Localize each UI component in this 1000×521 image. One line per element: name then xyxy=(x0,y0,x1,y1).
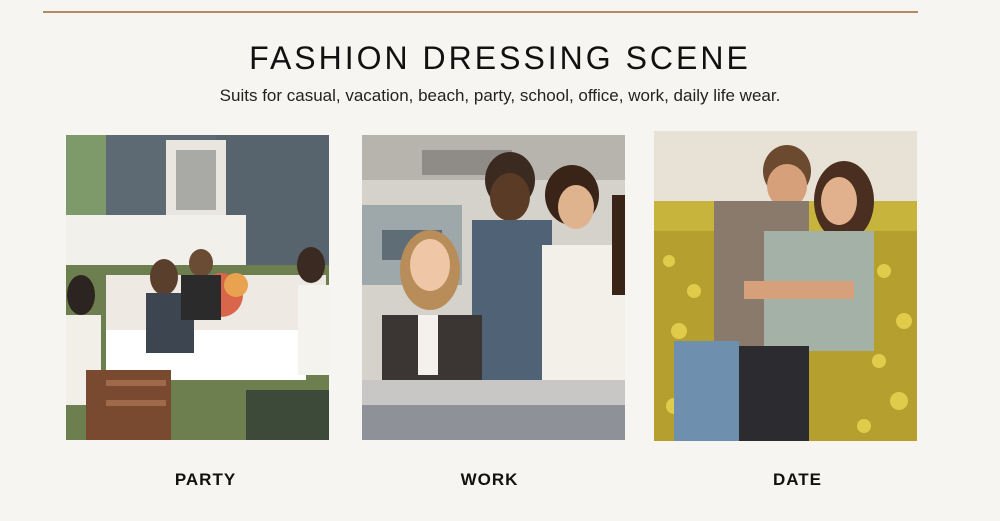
scene-label-date: DATE xyxy=(772,470,822,489)
work-scene-image xyxy=(362,135,625,440)
section-title: FASHION DRESSING SCENE xyxy=(249,40,751,76)
date-scene-image xyxy=(654,131,917,441)
scene-label-party: PARTY xyxy=(174,470,237,489)
top-divider xyxy=(43,11,918,13)
scene-label-work: WORK xyxy=(460,470,519,489)
section-subtitle: Suits for casual, vacation, beach, party… xyxy=(219,86,781,105)
party-scene-image xyxy=(66,135,329,440)
